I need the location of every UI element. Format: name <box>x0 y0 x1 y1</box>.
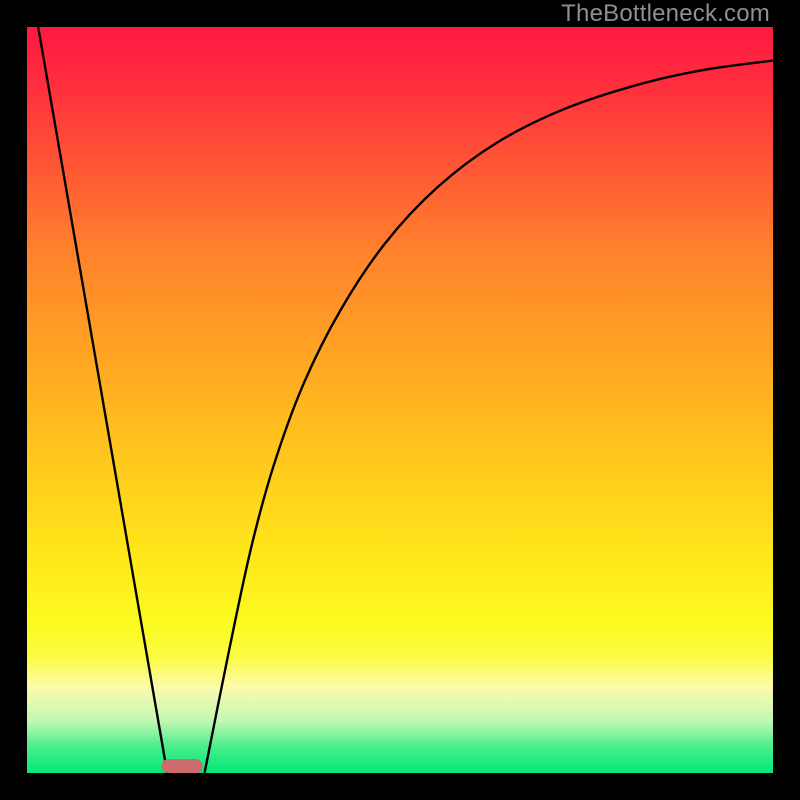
minimum-marker <box>162 759 203 773</box>
chart-svg <box>27 27 773 773</box>
chart-frame <box>27 27 773 773</box>
gradient-background <box>27 27 773 773</box>
watermark-text: TheBottleneck.com <box>561 0 770 28</box>
